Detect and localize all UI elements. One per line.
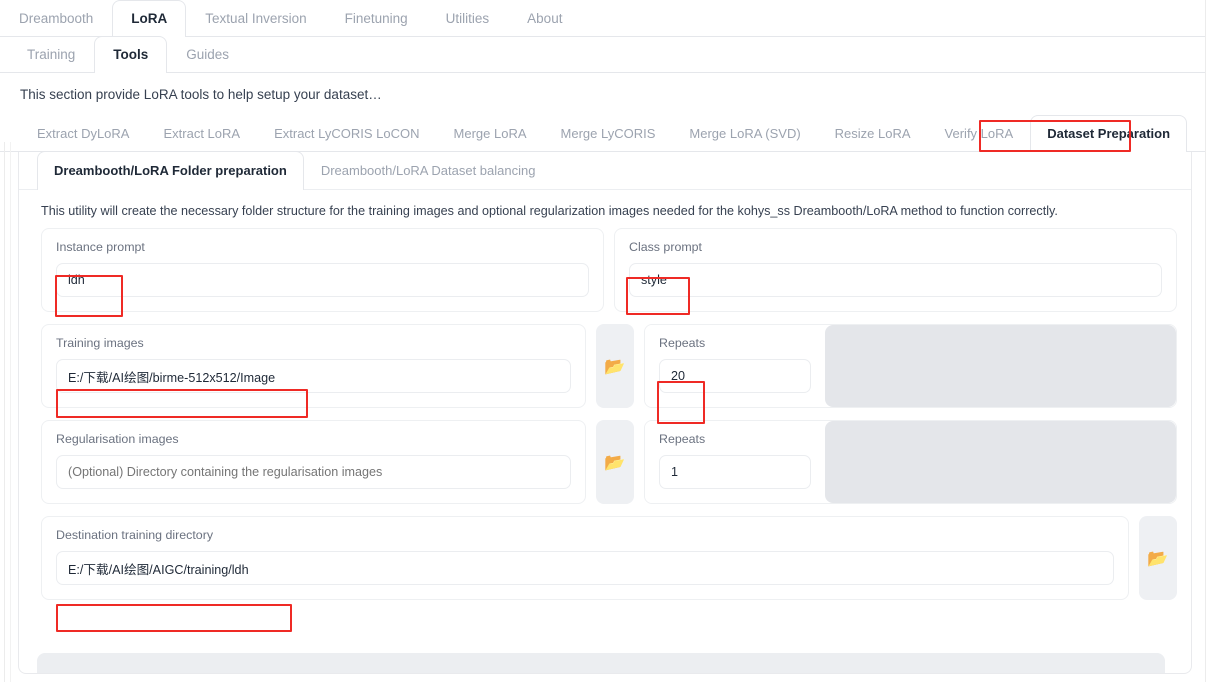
tab-extract-lycoris-locon[interactable]: Extract LyCORIS LoCON	[257, 115, 436, 152]
tool-tabbar: Extract DyLoRA Extract LoRA Extract LyCO…	[0, 115, 1218, 153]
instance-prompt-input[interactable]	[56, 263, 589, 297]
app-window: Dreambooth LoRA Textual Inversion Finetu…	[0, 0, 1218, 682]
tab-guides[interactable]: Guides	[167, 36, 248, 73]
destination-directory-input[interactable]	[56, 551, 1114, 585]
tab-dreambooth[interactable]: Dreambooth	[0, 0, 112, 37]
tab-merge-lora[interactable]: Merge LoRA	[437, 115, 544, 152]
destination-directory-group: Destination training directory	[41, 516, 1129, 600]
dataset-preparation-panel: Dreambooth/LoRA Folder preparation Dream…	[18, 151, 1192, 674]
tab-extract-lora[interactable]: Extract LoRA	[146, 115, 257, 152]
regularisation-repeats-filler	[825, 421, 1176, 503]
tab-dataset-balancing[interactable]: Dreambooth/LoRA Dataset balancing	[304, 151, 553, 190]
tab-finetuning[interactable]: Finetuning	[326, 0, 427, 37]
tab-merge-lora-svd[interactable]: Merge LoRA (SVD)	[672, 115, 817, 152]
top-tabbar: Dreambooth LoRA Textual Inversion Finetu…	[0, 0, 1218, 38]
tab-textual-inversion[interactable]: Textual Inversion	[186, 0, 325, 37]
tab-verify-lora[interactable]: Verify LoRA	[928, 115, 1031, 152]
training-repeats-input[interactable]	[659, 359, 811, 393]
tab-extract-dylora[interactable]: Extract DyLoRA	[20, 115, 146, 152]
regularisation-repeats-group: Repeats	[644, 420, 1177, 504]
destination-directory-row: Destination training directory 📂	[19, 516, 1191, 600]
folder-icon: 📂	[604, 356, 626, 376]
tab-utilities[interactable]: Utilities	[427, 0, 509, 37]
training-images-row: Training images 📂 Repeats	[19, 324, 1191, 408]
second-tabbar: Training Tools Guides	[0, 36, 1218, 74]
tab-training[interactable]: Training	[8, 36, 94, 73]
destination-directory-folder-button[interactable]: 📂	[1139, 516, 1177, 600]
tab-merge-lycoris[interactable]: Merge LyCORIS	[544, 115, 673, 152]
utility-description: This utility will create the necessary f…	[41, 204, 1058, 218]
class-prompt-group: Class prompt	[614, 228, 1177, 312]
regularisation-repeats-label: Repeats	[659, 432, 706, 446]
training-repeats-group: Repeats	[644, 324, 1177, 408]
training-images-input[interactable]	[56, 359, 571, 393]
instance-prompt-label: Instance prompt	[56, 240, 145, 254]
class-prompt-label: Class prompt	[629, 240, 702, 254]
tab-tools[interactable]: Tools	[94, 36, 168, 74]
sub-tabbar: Dreambooth/LoRA Folder preparation Dream…	[19, 151, 1191, 191]
training-repeats-label: Repeats	[659, 336, 706, 350]
destination-directory-label: Destination training directory	[56, 528, 214, 542]
instance-prompt-group: Instance prompt	[41, 228, 604, 312]
training-images-folder-button[interactable]: 📂	[596, 324, 634, 408]
regularisation-images-input[interactable]	[56, 455, 571, 489]
left-border-rail	[4, 142, 5, 682]
regularisation-images-folder-button[interactable]: 📂	[596, 420, 634, 504]
tab-folder-preparation[interactable]: Dreambooth/LoRA Folder preparation	[37, 151, 304, 191]
next-section-partial	[37, 653, 1165, 673]
regularisation-images-label: Regularisation images	[56, 432, 179, 446]
training-images-group: Training images	[41, 324, 586, 408]
folder-icon: 📂	[604, 452, 626, 472]
regularisation-repeats-input[interactable]	[659, 455, 811, 489]
training-repeats-inner: Repeats	[645, 325, 825, 407]
tab-dataset-preparation[interactable]: Dataset Preparation	[1030, 115, 1188, 153]
tab-lora[interactable]: LoRA	[112, 0, 187, 38]
section-description: This section provide LoRA tools to help …	[20, 87, 382, 102]
vertical-scrollbar[interactable]	[1205, 0, 1218, 682]
training-repeats-filler	[825, 325, 1176, 407]
folder-icon: 📂	[1147, 548, 1169, 568]
left-border-rail-inner	[10, 142, 11, 682]
class-prompt-input[interactable]	[629, 263, 1162, 297]
training-images-label: Training images	[56, 336, 144, 350]
tab-resize-lora[interactable]: Resize LoRA	[818, 115, 928, 152]
tab-about[interactable]: About	[508, 0, 581, 37]
regularisation-images-group: Regularisation images	[41, 420, 586, 504]
regularisation-repeats-inner: Repeats	[645, 421, 825, 503]
regularisation-images-row: Regularisation images 📂 Repeats	[19, 420, 1191, 504]
prompt-row: Instance prompt Class prompt	[19, 228, 1191, 312]
